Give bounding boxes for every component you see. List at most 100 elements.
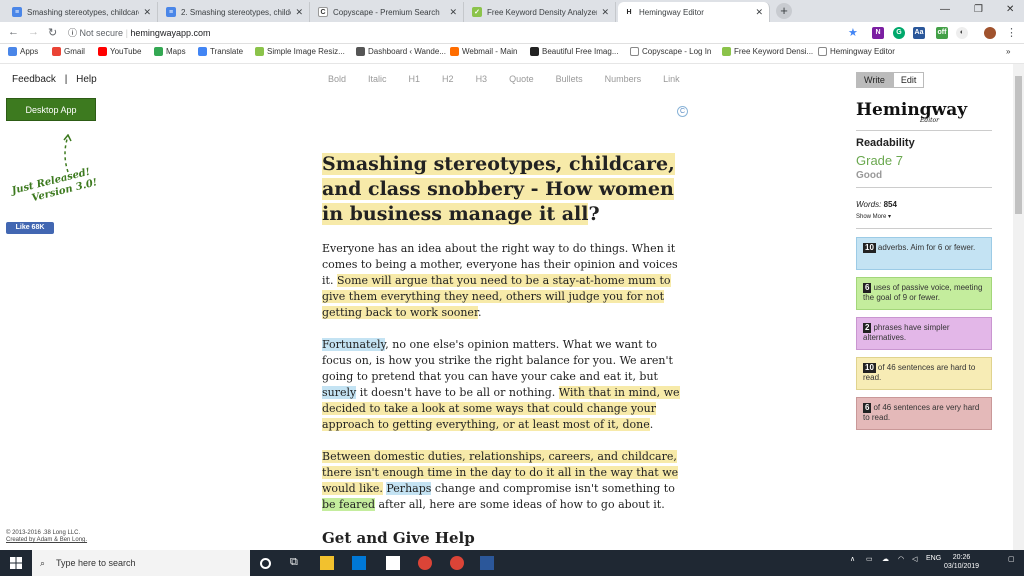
- numbers-button[interactable]: Numbers: [605, 74, 642, 84]
- bookmark-keyword-density[interactable]: Free Keyword Densi...: [722, 47, 813, 56]
- minimize-icon[interactable]: —: [940, 4, 950, 15]
- browser-tab-4[interactable]: ✓ Free Keyword Density Analyzer T... ✕: [466, 2, 616, 22]
- close-window-icon[interactable]: ✕: [1006, 4, 1014, 15]
- bookmark-webmail[interactable]: Webmail - Main: [450, 47, 517, 56]
- bookmark-maps[interactable]: Maps: [154, 47, 186, 56]
- docs-icon: ≡: [12, 7, 22, 17]
- grammarly-extension-icon[interactable]: G: [893, 27, 905, 39]
- close-tab-icon[interactable]: ✕: [755, 7, 763, 18]
- bookmark-label: Beautiful Free Imag...: [542, 47, 619, 56]
- format-toolbar: Bold Italic H1 H2 H3 Quote Bullets Numbe…: [328, 74, 702, 84]
- info-icon[interactable]: ⓘ: [68, 28, 77, 38]
- italic-button[interactable]: Italic: [368, 74, 387, 84]
- chrome-icon[interactable]: [450, 556, 464, 570]
- bookmark-apps[interactable]: Apps: [8, 47, 38, 56]
- adverbs-card: 10 adverbs. Aim for 6 or fewer.: [856, 237, 992, 270]
- bookmark-copyscape[interactable]: Copyscape - Log In: [630, 47, 711, 56]
- tab-title: Smashing stereotypes, childcare...: [27, 7, 140, 17]
- scrollbar-thumb[interactable]: [1015, 76, 1022, 214]
- reload-icon[interactable]: ↻: [48, 26, 57, 39]
- words-label: Words:: [856, 200, 882, 209]
- copyscape-check-icon[interactable]: C: [677, 106, 688, 117]
- off-extension-icon[interactable]: off: [936, 27, 948, 39]
- wifi-icon[interactable]: ◠: [898, 555, 904, 563]
- copyright-line: © 2013-2016 .38 Long LLC.: [6, 530, 81, 536]
- taskbar-search-input[interactable]: ⌕ Type here to search: [32, 550, 250, 576]
- youtube-icon: [98, 47, 107, 56]
- windows-start-icon[interactable]: [10, 557, 22, 569]
- close-tab-icon[interactable]: ✕: [449, 7, 457, 18]
- notifications-icon[interactable]: ▢: [1008, 555, 1015, 563]
- bookmark-dashboard[interactable]: Dashboard ‹ Wande...: [356, 47, 446, 56]
- show-more-link[interactable]: Show More ▾: [856, 213, 992, 220]
- menu-kebab-icon[interactable]: ⋮: [1006, 26, 1017, 39]
- readability-heading: Readability: [856, 137, 915, 149]
- edit-tab[interactable]: Edit: [892, 72, 925, 88]
- file-explorer-icon[interactable]: [320, 556, 334, 570]
- store-icon[interactable]: [352, 556, 366, 570]
- task-view-icon[interactable]: ⧉: [290, 556, 304, 570]
- bookmark-gmail[interactable]: Gmail: [52, 47, 85, 56]
- h1-button[interactable]: H1: [409, 74, 421, 84]
- url-input[interactable]: ⓘ Not secure | hemingwayapp.com: [68, 25, 838, 41]
- bookmark-star-icon[interactable]: ★: [848, 26, 858, 39]
- browser-tab-2[interactable]: ≡ 2. Smashing stereotypes, childca... ✕: [160, 2, 310, 22]
- feedback-link[interactable]: Feedback: [12, 74, 56, 85]
- bookmark-hemingway[interactable]: Hemingway Editor: [818, 47, 895, 56]
- link-button[interactable]: Link: [663, 74, 680, 84]
- close-tab-icon[interactable]: ✕: [601, 7, 609, 18]
- help-link[interactable]: Help: [76, 74, 97, 85]
- bold-button[interactable]: Bold: [328, 74, 346, 84]
- bookmark-translate[interactable]: Translate: [198, 47, 243, 56]
- word-icon[interactable]: [480, 556, 494, 570]
- h2-button[interactable]: H2: [442, 74, 454, 84]
- profile-avatar-icon[interactable]: [984, 27, 996, 39]
- more-bookmarks-icon[interactable]: »: [1006, 47, 1010, 56]
- onenote-extension-icon[interactable]: N: [872, 27, 884, 39]
- windows-taskbar: ⌕ Type here to search ⧉ ∧ ▭ ☁ ◠ ◁ ENG 20…: [0, 550, 1024, 576]
- write-tab[interactable]: Write: [856, 72, 893, 88]
- text-editor[interactable]: Smashing stereotypes, childcare, and cla…: [322, 152, 688, 547]
- clock[interactable]: 20:26 03/10/2019: [944, 553, 979, 571]
- bookmark-youtube[interactable]: YouTube: [98, 47, 141, 56]
- restore-icon[interactable]: ❐: [974, 4, 983, 15]
- passive-voice-highlight: be feared: [322, 498, 375, 511]
- simpler-phrases-card: 2 phrases have simpler alternatives.: [856, 317, 992, 350]
- gmail-icon: [52, 47, 61, 56]
- battery-icon[interactable]: ▭: [866, 555, 873, 563]
- browser-tab-1[interactable]: ≡ Smashing stereotypes, childcare... ✕: [6, 2, 158, 22]
- volume-icon[interactable]: ◁: [912, 555, 917, 563]
- browser-tab-3[interactable]: C Copyscape - Premium Search ✕: [312, 2, 464, 22]
- bullets-button[interactable]: Bullets: [556, 74, 583, 84]
- time-text: 20:26: [952, 554, 971, 561]
- bookmark-label: Simple Image Resiz...: [267, 47, 345, 56]
- translate-icon: [198, 47, 207, 56]
- extension-icon[interactable]: ◐: [956, 27, 968, 39]
- browser-tab-5-active[interactable]: H Hemingway Editor ✕: [618, 2, 770, 22]
- quote-button[interactable]: Quote: [509, 74, 534, 84]
- new-tab-button[interactable]: +: [776, 3, 792, 19]
- bookmark-image-resizer[interactable]: Simple Image Resiz...: [255, 47, 345, 56]
- count-badge: 2: [863, 323, 872, 333]
- tab-strip: ≡ Smashing stereotypes, childcare... ✕ ≡…: [0, 0, 1024, 22]
- page-scrollbar[interactable]: [1013, 64, 1024, 550]
- aa-extension-icon[interactable]: Aa: [913, 27, 925, 39]
- chrome-icon[interactable]: [418, 556, 432, 570]
- language-indicator[interactable]: ENG: [926, 555, 941, 562]
- tray-arrow-icon[interactable]: ∧: [850, 555, 855, 563]
- mail-icon[interactable]: [386, 556, 400, 570]
- cortana-icon[interactable]: [260, 558, 271, 569]
- h3-button[interactable]: H3: [476, 74, 488, 84]
- bookmark-label: YouTube: [110, 47, 142, 56]
- close-tab-icon[interactable]: ✕: [295, 7, 303, 18]
- desktop-app-button[interactable]: Desktop App: [6, 98, 96, 121]
- forward-icon[interactable]: →: [28, 26, 39, 38]
- cloud-icon[interactable]: ☁: [882, 555, 889, 563]
- copyscape-icon: [630, 47, 639, 56]
- facebook-like-button[interactable]: Like 68K: [6, 222, 54, 234]
- bookmark-free-images[interactable]: Beautiful Free Imag...: [530, 47, 618, 56]
- credits-link[interactable]: Created by Adam & Ben Long.: [6, 537, 87, 544]
- copyscape-icon: C: [318, 7, 328, 17]
- close-tab-icon[interactable]: ✕: [143, 7, 151, 18]
- back-icon[interactable]: ←: [8, 26, 19, 38]
